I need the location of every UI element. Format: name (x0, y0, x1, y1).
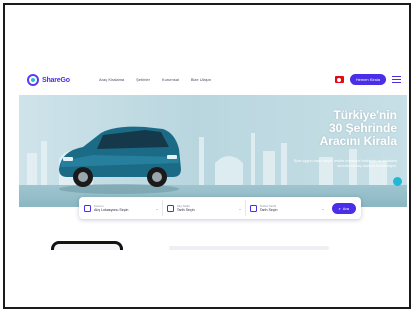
top-navbar: ShareGo Araç Kiralama Şehirler Kurumsal … (19, 65, 407, 95)
nav-link-corporate[interactable]: Kurumsal (162, 77, 179, 82)
logo-icon (27, 74, 39, 86)
nav-links: Araç Kiralama Şehirler Kurumsal Bize Ula… (99, 77, 211, 82)
search-icon: ⌕ (338, 205, 341, 211)
pickup-date-value: Tarih Seçin (176, 208, 195, 212)
hero-title: Türkiye'nin 30 Şehrinde Aracını Kirala (319, 108, 397, 149)
search-button-label: Ara (342, 205, 350, 211)
return-date-field[interactable]: Teslim Tarihi Tarih Seçin ⌄ (249, 200, 328, 216)
section-heading-placeholder (169, 246, 329, 250)
pickup-date-field[interactable]: Alış Tarihi Tarih Seçin ⌄ (166, 200, 246, 216)
nav-link-cities[interactable]: Şehirler (136, 77, 150, 82)
nav-link-rental[interactable]: Araç Kiralama (99, 77, 124, 82)
hero-banner: Türkiye'nin 30 Şehrinde Aracını Kirala S… (19, 95, 407, 207)
rental-search-bar: Konum Alış Lokasyonu Seçin ⌄ Alış Tarihi… (79, 197, 361, 219)
menu-icon[interactable] (392, 76, 401, 83)
calendar-icon (166, 204, 174, 212)
brand-name: ShareGo (42, 76, 70, 84)
nav-link-contact[interactable]: Bize Ulaşın (191, 77, 211, 82)
screenshot-frame: ShareGo Araç Kiralama Şehirler Kurumsal … (3, 3, 411, 309)
hero-subtitle: Size uygun aracı seçin, teslim noktasını… (293, 159, 397, 168)
pickup-location-field[interactable]: Konum Alış Lokasyonu Seçin ⌄ (84, 200, 163, 216)
pickup-location-value: Alış Lokasyonu Seçin (94, 208, 129, 212)
rent-now-button[interactable]: Hemen Kirala (349, 74, 386, 85)
search-button[interactable]: ⌕ Ara (331, 202, 357, 214)
nav-actions: Hemen Kirala (334, 74, 401, 85)
browser-viewport: ShareGo Araç Kiralama Şehirler Kurumsal … (19, 65, 407, 250)
hero-title-line-3: Aracını Kirala (319, 134, 397, 149)
phone-mockup (51, 241, 123, 250)
location-pin-icon (84, 204, 91, 212)
chevron-down-icon: ⌄ (238, 205, 242, 211)
return-date-value: Tarih Seçin (259, 208, 278, 212)
language-flag-icon[interactable] (334, 76, 344, 83)
chevron-down-icon: ⌄ (155, 205, 159, 211)
chevron-down-icon: ⌄ (321, 205, 325, 211)
car-illustration (59, 126, 181, 194)
brand-logo[interactable]: ShareGo (27, 74, 70, 86)
chat-icon[interactable] (393, 177, 402, 186)
calendar-icon (249, 204, 257, 212)
